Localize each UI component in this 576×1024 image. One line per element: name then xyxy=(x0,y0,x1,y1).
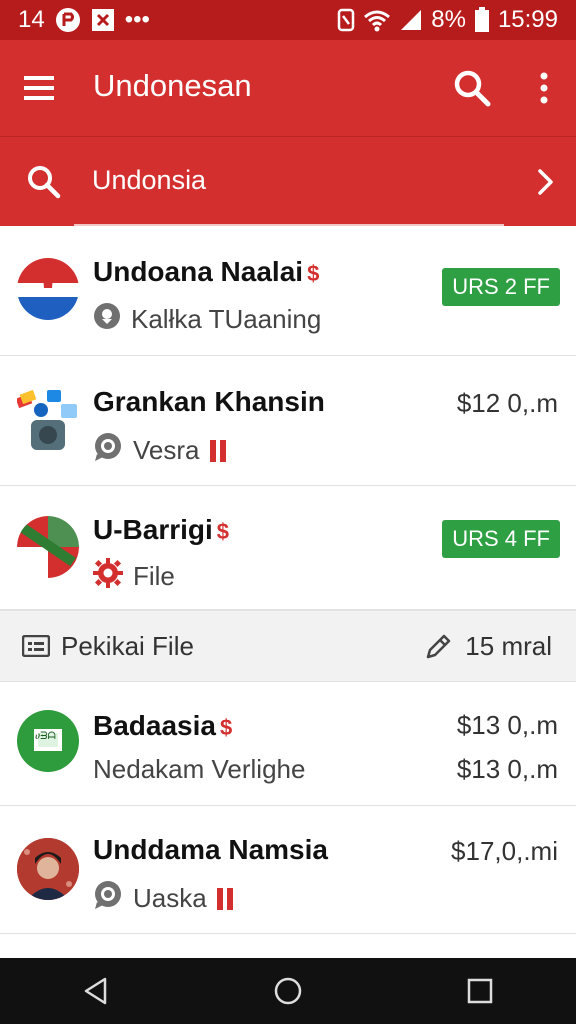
item-subtitle: Kalłka TUaaning xyxy=(93,302,321,337)
app-notification-icon xyxy=(55,7,81,33)
more-vert-icon[interactable] xyxy=(530,68,558,108)
avatar xyxy=(17,838,79,900)
status-clock: 15:99 xyxy=(497,6,558,33)
system-nav-bar xyxy=(0,958,576,1024)
search-input[interactable]: Undonsia xyxy=(92,165,206,196)
item-subtitle: File xyxy=(93,558,175,595)
brand-avatar xyxy=(17,516,79,578)
battery-percent: 8% xyxy=(431,6,466,33)
item-price: $13 0,.m xyxy=(456,710,558,740)
section-header[interactable]: Pekikai File 15 mral xyxy=(0,610,576,682)
pencil-icon xyxy=(422,631,454,668)
item-subtitle: Uaska xyxy=(93,880,233,917)
list-item[interactable]: Undoana Naalai $ Kalłka TUaaning URS 2 FF xyxy=(0,226,576,356)
dollar-icon: $ xyxy=(307,261,320,286)
flag-avatar xyxy=(17,258,79,320)
app-bar: Undonesan xyxy=(0,40,576,136)
dollar-icon: $ xyxy=(216,519,230,544)
item-title: Undoana Naalai $ xyxy=(93,256,320,287)
file-list-icon xyxy=(21,634,51,662)
item-price: $12 0,.m xyxy=(456,388,558,418)
results-list: Undoana Naalai $ Kalłka TUaaning URS 2 FF… xyxy=(0,226,576,934)
notification-square-icon xyxy=(91,8,115,32)
chat-bubble-icon xyxy=(93,880,123,917)
back-icon[interactable] xyxy=(66,971,126,1011)
list-item[interactable]: Unddama Namsia Uaska $17,0,.mi xyxy=(0,806,576,934)
search-bar[interactable]: Undonsia xyxy=(0,136,576,226)
item-price: $17,0,.mi xyxy=(451,836,558,866)
battery-icon xyxy=(474,7,490,33)
search-icon xyxy=(26,164,62,200)
signal-icon xyxy=(399,8,423,32)
list-item[interactable]: ሀᗲᗩ Badaasia $ Nedakam Verlighe $13 0,.m … xyxy=(0,682,576,806)
camera-app-icon xyxy=(15,386,79,450)
section-meta: 15 mral xyxy=(465,631,552,661)
list-item[interactable]: U-Barrigi $ File URS 4 FF xyxy=(0,486,576,610)
status-time-left: 14 xyxy=(18,6,45,33)
signal-bars-icon xyxy=(209,439,226,462)
nfc-icon xyxy=(337,8,355,32)
list-item[interactable]: Grankan Khansin Vesra $12 0,.m xyxy=(0,356,576,486)
chevron-right-icon[interactable] xyxy=(535,167,557,197)
status-bar: 14 ••• 8% 15:99 xyxy=(0,0,576,40)
item-title: Badaasia $ xyxy=(93,710,233,741)
gear-icon xyxy=(93,558,123,595)
page-title: Undonesan xyxy=(93,68,252,103)
item-subtitle: Nedakam Verlighe xyxy=(93,754,306,784)
location-pin-icon xyxy=(93,302,121,337)
status-more-dots: ••• xyxy=(124,6,150,33)
section-label: Pekikai File xyxy=(61,631,194,661)
item-title: U-Barrigi $ xyxy=(93,514,230,545)
wifi-icon xyxy=(363,8,391,32)
recents-icon[interactable] xyxy=(450,971,510,1011)
item-title: Grankan Khansin xyxy=(93,386,325,417)
item-price-secondary: $13 0,.m xyxy=(456,754,558,784)
sign-avatar: ሀᗲᗩ xyxy=(17,710,79,772)
signal-bars-icon xyxy=(216,887,233,910)
menu-icon[interactable] xyxy=(24,72,56,104)
status-badge: URS 2 FF xyxy=(442,268,560,306)
dollar-icon: $ xyxy=(219,715,233,740)
item-subtitle: Vesra xyxy=(93,432,226,469)
chat-bubble-icon xyxy=(93,432,123,469)
status-badge: URS 4 FF xyxy=(442,520,560,558)
home-icon[interactable] xyxy=(258,971,318,1011)
item-title: Unddama Namsia xyxy=(93,834,328,865)
search-icon[interactable] xyxy=(452,68,492,108)
